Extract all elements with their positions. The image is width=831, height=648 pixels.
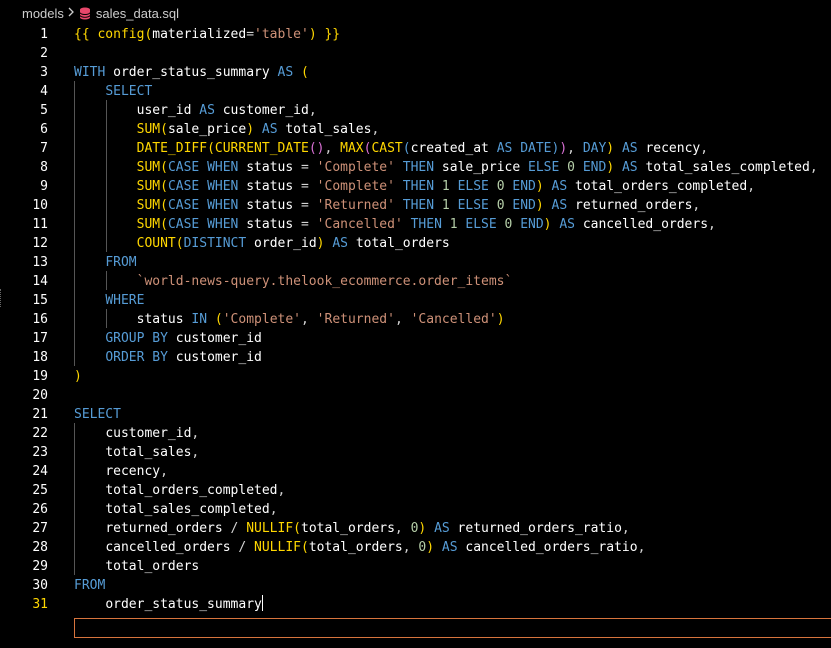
line-number: 23	[32, 445, 48, 460]
line-number: 10	[32, 198, 48, 213]
code-line[interactable]: )	[74, 367, 82, 386]
active-line-highlight	[74, 618, 831, 638]
line-number: 4	[40, 84, 48, 99]
code-line[interactable]: WHERE	[74, 291, 144, 310]
code-line[interactable]: FROM	[74, 253, 136, 272]
text-caret	[261, 595, 263, 611]
line-number: 2	[40, 46, 48, 61]
line-number: 29	[32, 559, 48, 574]
line-number: 5	[40, 103, 48, 118]
code-line[interactable]: customer_id,	[74, 424, 199, 443]
code-line[interactable]: cancelled_orders / NULLIF(total_orders, …	[74, 538, 645, 557]
code-editor[interactable]: 1{{ config(materialized='table') }} 2 3 WIT…	[0, 24, 831, 648]
code-line[interactable]: SUM(CASE WHEN status = 'Complete' THEN s…	[74, 158, 818, 177]
code-line[interactable]: FROM	[74, 576, 105, 595]
code-line[interactable]: COUNT(DISTINCT order_id) AS total_orders	[74, 234, 450, 253]
line-number: 12	[32, 236, 48, 251]
line-number: 1	[40, 27, 48, 42]
line-number: 15	[32, 293, 48, 308]
breadcrumb-file[interactable]: sales_data.sql	[96, 6, 179, 21]
breadcrumb-folder[interactable]: models	[22, 6, 64, 21]
line-number: 18	[32, 350, 48, 365]
line-number: 6	[40, 122, 48, 137]
line-number: 30	[32, 578, 48, 593]
code-line[interactable]: total_orders_completed,	[74, 481, 285, 500]
code-line[interactable]: total_orders	[74, 557, 199, 576]
line-number: 22	[32, 426, 48, 441]
line-number: 13	[32, 255, 48, 270]
line-number: 3	[40, 65, 48, 80]
database-icon	[79, 7, 91, 20]
line-number: 20	[32, 388, 48, 403]
line-number: 27	[32, 521, 48, 536]
code-line[interactable]: {{ config(materialized='table') }}	[74, 25, 340, 44]
code-line[interactable]: ORDER BY customer_id	[74, 348, 262, 367]
line-number: 17	[32, 331, 48, 346]
line-number: 31	[32, 597, 48, 612]
code-line[interactable]: SUM(CASE WHEN status = 'Cancelled' THEN …	[74, 215, 716, 234]
line-number: 14	[32, 274, 48, 289]
code-line[interactable]: WITH order_status_summary AS (	[74, 63, 309, 82]
breadcrumb: models sales_data.sql	[0, 0, 831, 26]
code-line[interactable]: user_id AS customer_id,	[74, 101, 317, 120]
code-line[interactable]: SUM(CASE WHEN status = 'Returned' THEN 1…	[74, 196, 701, 215]
line-number: 9	[40, 179, 48, 194]
line-number: 28	[32, 540, 48, 555]
code-line[interactable]: SUM(sale_price) AS total_sales,	[74, 120, 380, 139]
code-line[interactable]: SELECT	[74, 405, 121, 424]
code-line[interactable]: total_sales_completed,	[74, 500, 277, 519]
chevron-right-icon	[67, 6, 75, 20]
code-line[interactable]: SELECT	[74, 82, 152, 101]
code-line[interactable]: total_sales,	[74, 443, 199, 462]
line-number: 26	[32, 502, 48, 517]
code-line[interactable]: recency,	[74, 462, 168, 481]
line-number: 7	[40, 141, 48, 156]
line-number: 16	[32, 312, 48, 327]
line-number: 21	[32, 407, 48, 422]
code-line[interactable]: status IN ('Complete', 'Returned', 'Canc…	[74, 310, 505, 329]
line-number: 11	[32, 217, 48, 232]
code-line[interactable]: DATE_DIFF(CURRENT_DATE(), MAX(CAST(creat…	[74, 139, 708, 158]
line-number: 19	[32, 369, 48, 384]
line-number: 8	[40, 160, 48, 175]
code-line[interactable]: GROUP BY customer_id	[74, 329, 262, 348]
code-line[interactable]: returned_orders / NULLIF(total_orders, 0…	[74, 519, 629, 538]
code-line[interactable]: SUM(CASE WHEN status = 'Complete' THEN 1…	[74, 177, 755, 196]
line-number: 24	[32, 464, 48, 479]
code-line[interactable]: `world-news-query.thelook_ecommerce.orde…	[74, 272, 513, 291]
code-line[interactable]: order_status_summary	[74, 595, 263, 614]
line-number: 25	[32, 483, 48, 498]
